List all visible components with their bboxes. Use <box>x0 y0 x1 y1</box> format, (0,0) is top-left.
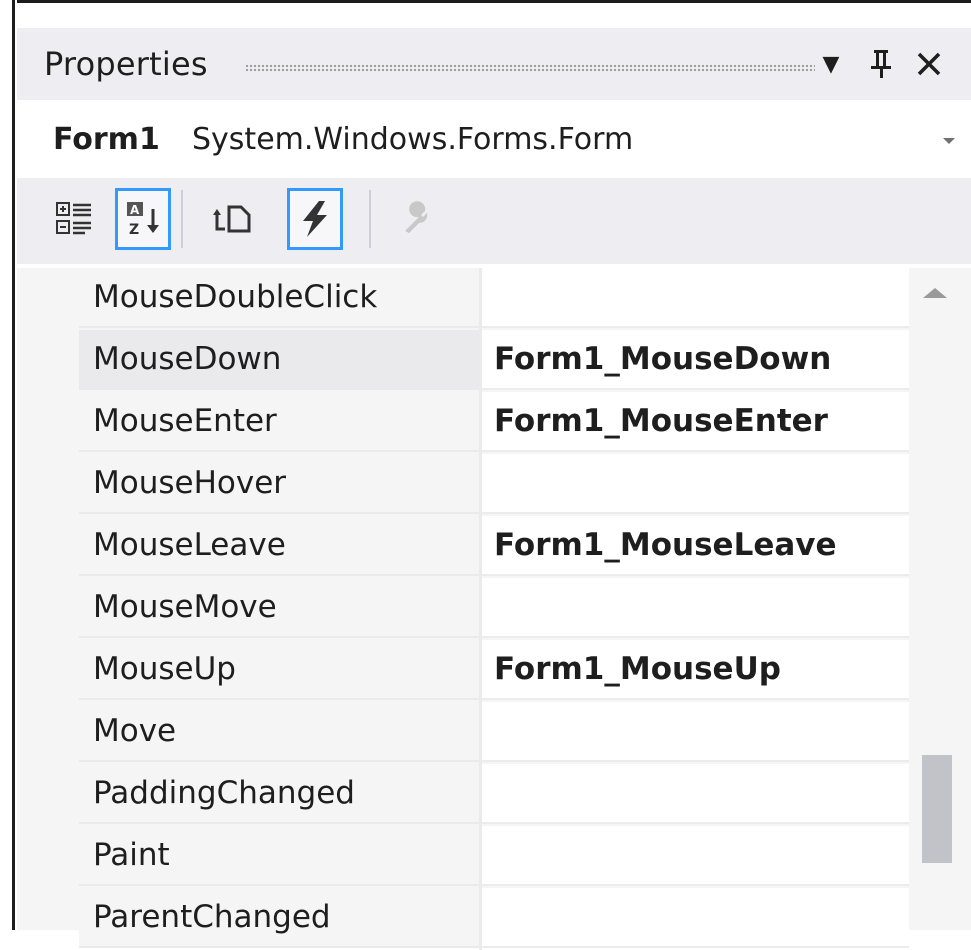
event-row[interactable]: MouseUp Form1_MouseUp <box>79 640 909 702</box>
svg-text:A: A <box>130 203 140 217</box>
event-name[interactable]: Paint <box>79 826 479 886</box>
object-selector[interactable]: Form1 System.Windows.Forms.Form <box>17 100 971 178</box>
event-handler-value[interactable]: Form1_MouseUp <box>482 640 909 700</box>
object-name: Form1 <box>53 122 160 157</box>
close-icon[interactable] <box>912 44 946 84</box>
event-name[interactable]: MouseHover <box>79 454 479 514</box>
event-handler-value[interactable]: Form1_MouseLeave <box>482 516 909 576</box>
event-row[interactable]: ParentChanged <box>79 888 909 950</box>
event-row[interactable]: MouseHover <box>79 454 909 516</box>
event-name[interactable]: MouseDown <box>79 330 479 390</box>
event-name[interactable]: Move <box>79 702 479 762</box>
events-button[interactable] <box>287 188 343 250</box>
scroll-up-arrow-icon[interactable] <box>923 288 947 298</box>
event-row[interactable]: Paint <box>79 826 909 888</box>
event-row[interactable]: MouseDoubleClick <box>79 268 909 330</box>
panel-title: Properties <box>44 45 208 83</box>
drag-grip[interactable] <box>245 64 815 72</box>
categorized-button[interactable] <box>47 188 103 250</box>
alphabetical-icon: A Z <box>127 202 159 238</box>
properties-toolbar: A Z <box>17 178 971 264</box>
event-name[interactable]: MouseDoubleClick <box>79 268 479 328</box>
events-grid: MouseDoubleClick MouseDown Form1_MouseDown… <box>17 268 971 950</box>
properties-button[interactable] <box>205 188 261 250</box>
event-handler-value[interactable] <box>482 268 909 328</box>
pin-icon[interactable] <box>864 44 898 84</box>
event-name[interactable]: MouseLeave <box>79 516 479 576</box>
toolbar-separator <box>181 190 183 248</box>
chevron-down-icon[interactable] <box>943 138 955 144</box>
event-handler-value[interactable] <box>482 702 909 762</box>
grid-gutter <box>17 268 79 930</box>
close-glyph <box>917 52 941 76</box>
properties-window: Properties ▼ Form1 System.Windows.Forms.… <box>0 0 971 950</box>
event-handler-value[interactable] <box>482 578 909 638</box>
categorized-icon <box>56 202 91 235</box>
event-row[interactable]: MouseMove <box>79 578 909 640</box>
event-name[interactable]: PaddingChanged <box>79 764 479 824</box>
properties-icon <box>213 205 251 233</box>
scroll-thumb[interactable] <box>922 755 952 863</box>
alphabetical-button[interactable]: A Z <box>115 188 171 250</box>
event-name[interactable]: ParentChanged <box>79 888 479 948</box>
event-name[interactable]: MouseUp <box>79 640 479 700</box>
event-handler-value[interactable] <box>482 888 909 948</box>
property-pages-button <box>389 188 445 250</box>
event-handler-value[interactable]: Form1_MouseEnter <box>482 392 909 452</box>
event-handler-value[interactable] <box>482 764 909 824</box>
event-row[interactable]: MouseLeave Form1_MouseLeave <box>79 516 909 578</box>
vertical-scrollbar[interactable] <box>909 268 971 930</box>
event-row[interactable]: PaddingChanged <box>79 764 909 826</box>
svg-text:Z: Z <box>129 222 139 238</box>
event-row[interactable]: MouseEnter Form1_MouseEnter <box>79 392 909 454</box>
wrench-icon <box>405 201 428 233</box>
event-handler-value[interactable]: Form1_MouseDown <box>482 330 909 390</box>
event-name[interactable]: MouseEnter <box>79 392 479 452</box>
event-handler-value[interactable] <box>482 826 909 886</box>
window-top-border <box>0 0 971 3</box>
event-name[interactable]: MouseMove <box>79 578 479 638</box>
pin-glyph <box>871 50 891 78</box>
event-row[interactable]: MouseDown Form1_MouseDown <box>79 330 909 392</box>
toolbar-separator <box>369 190 371 248</box>
object-type: System.Windows.Forms.Form <box>192 122 634 157</box>
event-handler-value[interactable] <box>482 454 909 514</box>
dropdown-arrow-icon[interactable]: ▼ <box>814 44 848 84</box>
events-icon <box>303 201 327 237</box>
panel-titlebar[interactable]: Properties ▼ <box>17 28 971 100</box>
event-row[interactable]: Move <box>79 702 909 764</box>
window-left-border <box>0 0 17 930</box>
